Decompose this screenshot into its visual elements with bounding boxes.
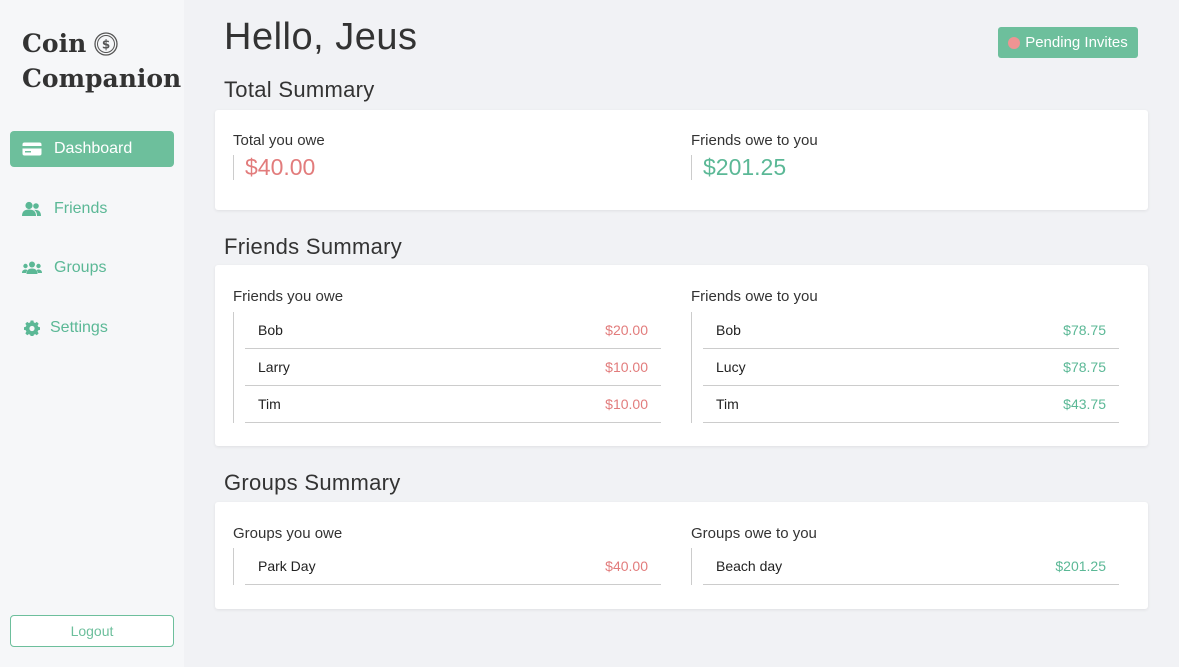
list-item[interactable]: Park Day $40.00 bbox=[245, 548, 661, 585]
total-you-owe-amount: $40.00 bbox=[233, 155, 315, 180]
pending-invites-button[interactable]: Pending Invites bbox=[998, 27, 1138, 58]
friends-you-owe-label: Friends you owe bbox=[233, 288, 344, 305]
app-logo[interactable]: Coin $ Companion bbox=[22, 26, 181, 97]
users-icon bbox=[22, 258, 42, 278]
sidebar-item-label: Dashboard bbox=[54, 140, 133, 157]
friend-name: Tim bbox=[716, 396, 739, 412]
friends-you-owe-list: Bob $20.00 Larry $10.00 Tim $10.00 bbox=[233, 312, 661, 423]
friends-owed-label: Friends owe to you bbox=[691, 288, 818, 305]
friend-amount: $20.00 bbox=[605, 322, 648, 338]
logout-button[interactable]: Logout bbox=[10, 615, 174, 647]
friend-amount: $78.75 bbox=[1063, 359, 1106, 375]
friend-amount: $10.00 bbox=[605, 396, 648, 412]
sidebar-item-label: Groups bbox=[54, 259, 107, 276]
total-owed-amount: $201.25 bbox=[691, 155, 786, 180]
sidebar-item-friends[interactable]: Friends bbox=[10, 191, 174, 227]
list-item[interactable]: Bob $20.00 bbox=[245, 312, 661, 349]
list-item[interactable]: Tim $43.75 bbox=[703, 386, 1119, 423]
list-item[interactable]: Larry $10.00 bbox=[245, 349, 661, 386]
groups-owed-list: Beach day $201.25 bbox=[691, 548, 1119, 585]
notification-dot-icon bbox=[1008, 36, 1021, 49]
friends-summary-title: Friends Summary bbox=[224, 234, 403, 259]
total-you-owe-label: Total you owe bbox=[233, 132, 325, 149]
logo-text-line1: Coin bbox=[22, 29, 87, 58]
friends-owed-list: Bob $78.75 Lucy $78.75 Tim $43.75 bbox=[691, 312, 1119, 423]
friend-name: Tim bbox=[258, 396, 281, 412]
friends-summary-card: Friends you owe Bob $20.00 Larry $10.00 … bbox=[215, 265, 1148, 446]
friend-name: Larry bbox=[258, 359, 290, 375]
groups-you-owe-label: Groups you owe bbox=[233, 525, 343, 542]
sidebar-item-dashboard[interactable]: Dashboard bbox=[10, 131, 174, 167]
pending-invites-label: Pending Invites bbox=[1025, 34, 1128, 51]
list-item[interactable]: Bob $78.75 bbox=[703, 312, 1119, 349]
sidebar-item-groups[interactable]: Groups bbox=[10, 250, 174, 286]
sidebar: Coin $ Companion Dashboard Friends Group… bbox=[0, 0, 184, 667]
groups-summary-title: Groups Summary bbox=[224, 470, 401, 495]
page-title: Hello, Jeus bbox=[224, 16, 418, 58]
card-icon bbox=[22, 139, 42, 159]
user-icon bbox=[22, 199, 42, 219]
friend-amount: $43.75 bbox=[1063, 396, 1106, 412]
svg-text:$: $ bbox=[102, 38, 110, 52]
groups-summary-card: Groups you owe Park Day $40.00 Groups ow… bbox=[215, 502, 1148, 609]
total-summary-title: Total Summary bbox=[224, 77, 375, 102]
list-item[interactable]: Lucy $78.75 bbox=[703, 349, 1119, 386]
total-owed-label: Friends owe to you bbox=[691, 132, 818, 149]
group-amount: $40.00 bbox=[605, 558, 648, 574]
friend-name: Bob bbox=[258, 322, 283, 338]
list-item[interactable]: Beach day $201.25 bbox=[703, 548, 1119, 585]
friend-amount: $10.00 bbox=[605, 359, 648, 375]
friend-name: Bob bbox=[716, 322, 741, 338]
friend-name: Lucy bbox=[716, 359, 746, 375]
logo-text-line2: Companion bbox=[22, 64, 182, 93]
gear-icon bbox=[22, 318, 42, 338]
sidebar-item-label: Settings bbox=[50, 319, 108, 336]
list-item[interactable]: Tim $10.00 bbox=[245, 386, 661, 423]
group-amount: $201.25 bbox=[1055, 558, 1106, 574]
group-name: Beach day bbox=[716, 558, 783, 574]
groups-you-owe-list: Park Day $40.00 bbox=[233, 548, 661, 585]
dollar-coin-icon: $ bbox=[94, 32, 118, 56]
sidebar-item-label: Friends bbox=[54, 200, 108, 217]
groups-owed-label: Groups owe to you bbox=[691, 525, 817, 542]
total-summary-card: Total you owe $40.00 Friends owe to you … bbox=[215, 110, 1148, 210]
friend-amount: $78.75 bbox=[1063, 322, 1106, 338]
group-name: Park Day bbox=[258, 558, 316, 574]
sidebar-item-settings[interactable]: Settings bbox=[10, 310, 174, 346]
